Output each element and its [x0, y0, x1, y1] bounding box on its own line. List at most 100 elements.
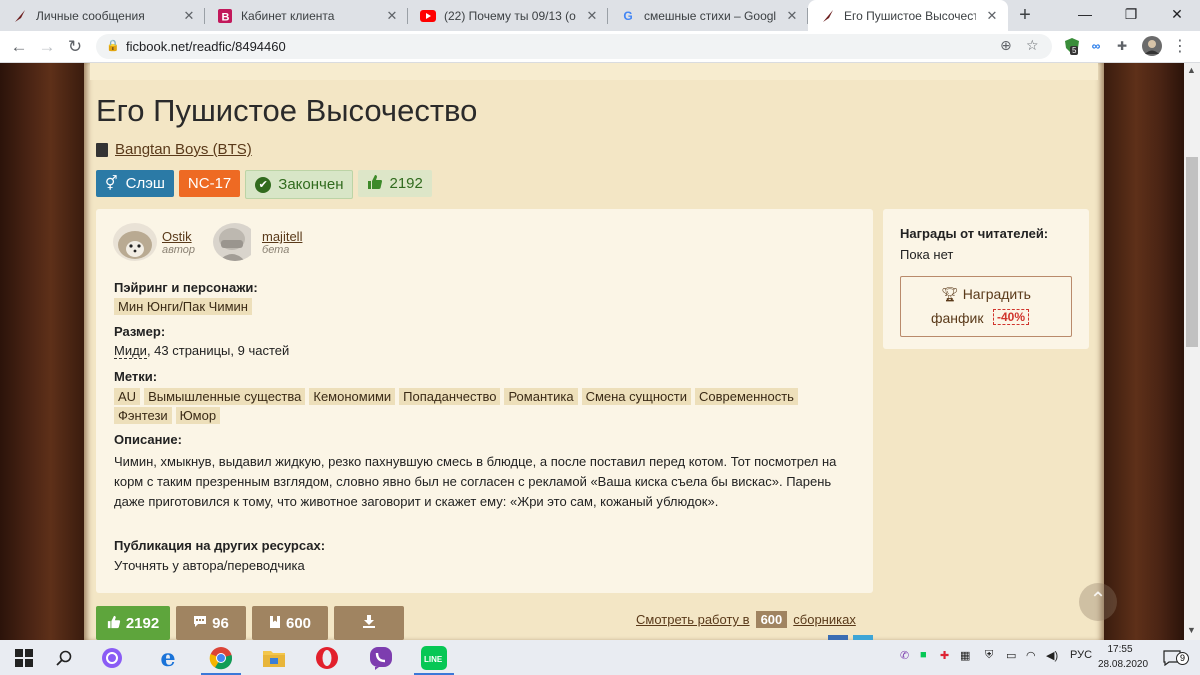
tray-app-icon[interactable]: ✚	[940, 649, 949, 662]
awards-none: Пока нет	[900, 247, 954, 262]
tab-close-icon[interactable]: ✕	[384, 8, 400, 24]
page-viewport: Его Пушистое Высочество Bangtan Boys (BT…	[0, 63, 1200, 640]
bookmark-star-icon[interactable]: ☆	[1026, 37, 1039, 54]
ficbook-quill-icon	[12, 8, 28, 24]
tag-item[interactable]: Вымышленные существа	[144, 388, 306, 405]
bookmarks-count: 600	[285, 614, 312, 632]
tray-volume-icon[interactable]: ◀)	[1046, 649, 1058, 662]
beta-name[interactable]: majitell	[262, 229, 302, 244]
author-avatar[interactable]	[113, 223, 157, 261]
thumbs-up-icon	[107, 615, 121, 632]
new-tab-button[interactable]: +	[1013, 4, 1037, 28]
tab-strip: Личные сообщения ✕ B Кабинет клиента ✕ (…	[0, 0, 1200, 31]
collections-count: 600	[755, 611, 788, 628]
beta-avatar[interactable]	[213, 223, 257, 261]
tray-wifi-icon[interactable]: ◠	[1026, 649, 1036, 662]
lock-icon[interactable]: 🔒	[106, 39, 120, 52]
fandom-line: Bangtan Boys (BTS)	[96, 141, 252, 158]
tag-item[interactable]: Кемономими	[309, 388, 396, 405]
windows-taskbar: e LINE ✆ ■ ✚ ▦ ⛨ ▭ ◠ ◀) РУС 17:55 28.08.…	[0, 640, 1200, 675]
puzzle-extensions-icon[interactable]: ✚	[1112, 36, 1132, 56]
tray-clock[interactable]: 17:55 28.08.2020	[1098, 642, 1148, 672]
tag-item[interactable]: AU	[114, 388, 141, 405]
opera-icon[interactable]	[303, 640, 351, 675]
tab-close-icon[interactable]: ✕	[584, 8, 600, 24]
fandom-link[interactable]: Bangtan Boys (BTS)	[115, 141, 252, 158]
tab-close-icon[interactable]: ✕	[984, 8, 1000, 24]
bookmarks-button[interactable]: 600	[252, 606, 328, 640]
author-name[interactable]: Ostik	[162, 229, 195, 244]
direction-badge[interactable]: ⚥ Слэш	[96, 170, 174, 197]
award-line2: фанфик	[931, 310, 984, 326]
book-icon	[96, 142, 108, 157]
tab-messages[interactable]: Личные сообщения ✕	[0, 0, 205, 31]
tab-youtube[interactable]: (22) Почему ты 09/13 (озвучк ✕	[408, 0, 608, 31]
forward-button[interactable]: →	[34, 34, 60, 60]
tray-line-icon[interactable]: ■	[920, 649, 927, 661]
file-explorer-icon[interactable]	[250, 640, 298, 675]
scrollbar-thumb[interactable]	[1186, 157, 1198, 347]
tray-keyboard-icon[interactable]: ▦	[960, 649, 970, 662]
rating-label: NC-17	[187, 175, 232, 192]
reload-button[interactable]: ↻	[62, 34, 88, 60]
edge-icon[interactable]: e	[144, 640, 192, 675]
address-bar[interactable]: 🔒 ficbook.net/readfic/8494460 ⊕ ☆	[96, 34, 1052, 59]
close-window-button[interactable]: ✕	[1154, 0, 1200, 31]
tag-item[interactable]: Смена сущности	[581, 388, 691, 405]
publication-text: Уточнять у автора/переводчика	[114, 558, 305, 573]
comments-button[interactable]: 96	[176, 606, 246, 640]
search-icon[interactable]	[40, 640, 88, 675]
tray-viber-icon[interactable]: ✆	[900, 649, 909, 662]
tab-fic-active[interactable]: Его Пушистое Высочество — ✕	[808, 0, 1008, 31]
likes-badge[interactable]: 2192	[358, 170, 432, 197]
beta-majitell[interactable]: majitell бета	[213, 223, 302, 261]
tab-close-icon[interactable]: ✕	[784, 8, 800, 24]
size-category[interactable]: Миди	[114, 343, 147, 359]
tab-cabinet[interactable]: B Кабинет клиента ✕	[205, 0, 408, 31]
tab-close-icon[interactable]: ✕	[181, 8, 197, 24]
link-extension-icon[interactable]: ∞	[1086, 36, 1106, 56]
scroll-down-arrow[interactable]: ▼	[1187, 625, 1196, 635]
svg-text:B: B	[222, 11, 230, 23]
scroll-up-arrow[interactable]: ▲	[1187, 65, 1196, 75]
tags-label: Метки:	[114, 369, 158, 384]
viber-icon[interactable]	[357, 640, 405, 675]
tag-item[interactable]: Романтика	[504, 388, 578, 405]
minimize-button[interactable]: —	[1062, 0, 1108, 31]
scroll-to-top-button[interactable]: ⌃	[1079, 583, 1117, 621]
beta-role: бета	[262, 244, 290, 256]
restore-button[interactable]: ❐	[1108, 0, 1154, 31]
tab-google[interactable]: G смешные стихи – Google Пои ✕	[608, 0, 808, 31]
chrome-menu-icon[interactable]: ⋮	[1170, 36, 1190, 56]
shield-extension-icon[interactable]: 5	[1062, 36, 1082, 56]
browser-toolbar: ← → ↻ 🔒 ficbook.net/readfic/8494460 ⊕ ☆	[0, 31, 1200, 63]
pairing-tag[interactable]: Мин Юнги/Пак Чимин	[114, 298, 252, 315]
tag-item[interactable]: Современность	[694, 388, 798, 405]
like-button[interactable]: 2192	[96, 606, 170, 640]
award-fic-button[interactable]: 🏆︎ Наградить фанфик -40%	[900, 276, 1072, 337]
collections-link[interactable]: Смотреть работу в 600 сборниках	[636, 611, 856, 628]
status-badge[interactable]: ✔ Закончен	[245, 170, 354, 199]
notification-center-icon[interactable]: 9	[1152, 640, 1192, 675]
chrome-icon[interactable]	[197, 640, 245, 675]
tag-item[interactable]: Попаданчество	[399, 388, 501, 405]
rating-badge[interactable]: NC-17	[178, 170, 241, 197]
alice-assistant-icon[interactable]	[88, 640, 136, 675]
page-scrollbar[interactable]: ▲ ▼	[1184, 63, 1200, 640]
line-app-icon[interactable]: LINE	[410, 640, 458, 675]
notification-count: 9	[1176, 652, 1189, 665]
add-icon[interactable]: ⊕	[1000, 37, 1012, 54]
fic-info-box: Ostik автор majitell бета Пэйринг и перс…	[96, 209, 873, 593]
ficbook-quill-icon	[820, 8, 836, 24]
award-label: Наградить	[962, 286, 1031, 302]
tray-battery-icon[interactable]: ▭	[1006, 649, 1016, 662]
tray-language[interactable]: РУС	[1070, 649, 1092, 661]
author-ostik[interactable]: Ostik автор	[113, 223, 195, 261]
size-details: , 43 страницы, 9 частей	[146, 343, 290, 358]
back-button[interactable]: ←	[6, 34, 32, 60]
profile-avatar[interactable]	[1142, 36, 1162, 56]
tag-item[interactable]: Юмор	[175, 407, 221, 424]
tag-item[interactable]: Фэнтези	[114, 407, 172, 424]
tray-security-icon[interactable]: ⛨	[985, 649, 993, 662]
download-button[interactable]	[334, 606, 404, 640]
